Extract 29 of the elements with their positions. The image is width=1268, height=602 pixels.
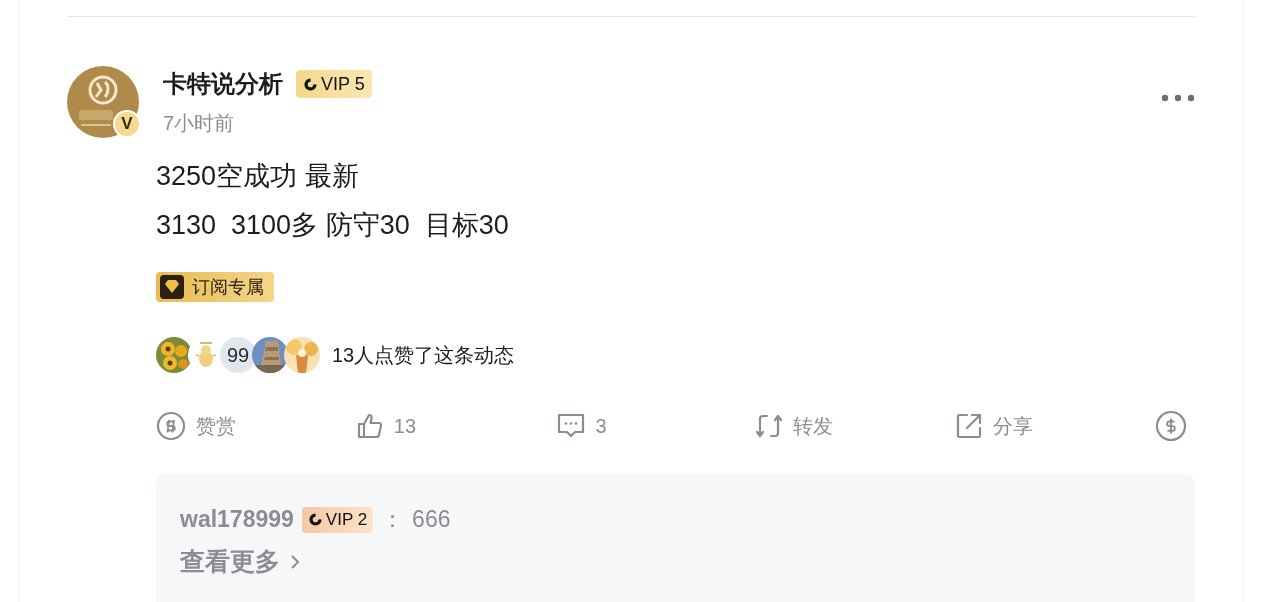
share-icon: [955, 412, 984, 440]
repost-button[interactable]: 转发: [755, 412, 906, 440]
vip-ring-icon: [303, 76, 318, 92]
author-name[interactable]: 卡特说分析: [163, 68, 283, 100]
post-time: 7小时前: [163, 111, 236, 136]
tag-label: 订阅专属: [192, 276, 264, 299]
comment-icon: [555, 412, 586, 440]
liker-count: 99: [220, 337, 256, 373]
repost-icon: [755, 412, 784, 440]
view-more-link[interactable]: 查看更多: [180, 545, 300, 578]
coin-icon: [156, 411, 186, 441]
likes-summary[interactable]: 13人点赞了这条动态: [332, 341, 515, 369]
comment-user[interactable]: wal178999: [180, 506, 294, 533]
reward-button[interactable]: 赞赏: [156, 411, 306, 441]
dollar-icon[interactable]: [1155, 410, 1187, 442]
like-button[interactable]: 13: [355, 412, 506, 440]
thumbs-up-icon: [355, 412, 384, 440]
vip-level: VIP 2: [325, 508, 368, 531]
post-text: 3250空成功 最新: [156, 160, 360, 193]
chevron-right-icon: [290, 553, 300, 570]
more-icon[interactable]: [1161, 94, 1195, 102]
verified-badge: V: [113, 110, 141, 138]
vip-level: VIP 5: [321, 73, 365, 96]
comment-text: 666: [412, 506, 451, 533]
vip-ring-icon: [307, 512, 323, 527]
comment-button[interactable]: 3: [555, 412, 706, 440]
post-text: 3130 3100多 防守30 目标30: [156, 209, 510, 242]
share-button[interactable]: 分享: [955, 412, 1106, 440]
comment-separator: ：: [381, 505, 405, 534]
